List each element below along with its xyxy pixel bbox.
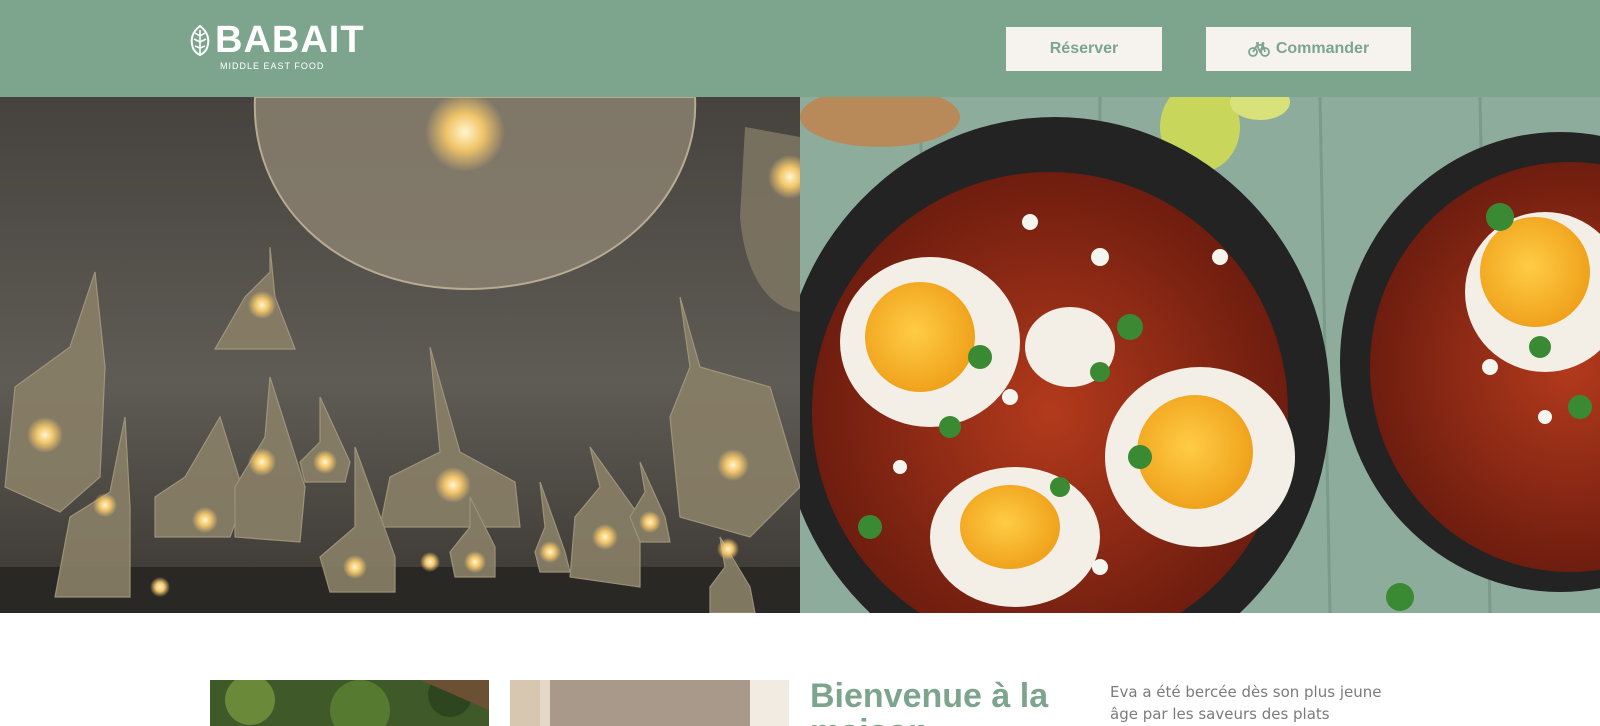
restaurant-lamps-image — [0, 97, 800, 613]
brand-name: BABAIT — [215, 19, 365, 61]
order-button-label: Commander — [1275, 40, 1370, 57]
site-header: BABAIT MIDDLE EAST FOOD Réserver Command… — [0, 0, 1600, 97]
intro-text: Eva a été bercée dès son plus jeune âge … — [1110, 683, 1382, 723]
brand-logo[interactable]: BABAIT MIDDLE EAST FOOD — [187, 19, 367, 74]
bicycle-icon — [1247, 42, 1270, 57]
interior-thumbnail — [510, 680, 789, 726]
reserve-button-label: Réserver — [1049, 40, 1119, 57]
brand-tagline: MIDDLE EAST FOOD — [220, 61, 325, 71]
hero-banner — [0, 97, 1600, 613]
order-button[interactable]: Commander — [1206, 27, 1411, 71]
intro-section: Bienvenue à la maison Eva a été bercée d… — [0, 613, 1600, 726]
intro-title: Bienvenue à la maison — [810, 677, 1049, 726]
shakshuka-image — [800, 97, 1600, 613]
reserve-button[interactable]: Réserver — [1006, 27, 1162, 71]
garden-thumbnail — [210, 680, 489, 726]
leaf-logo-icon — [190, 24, 210, 56]
